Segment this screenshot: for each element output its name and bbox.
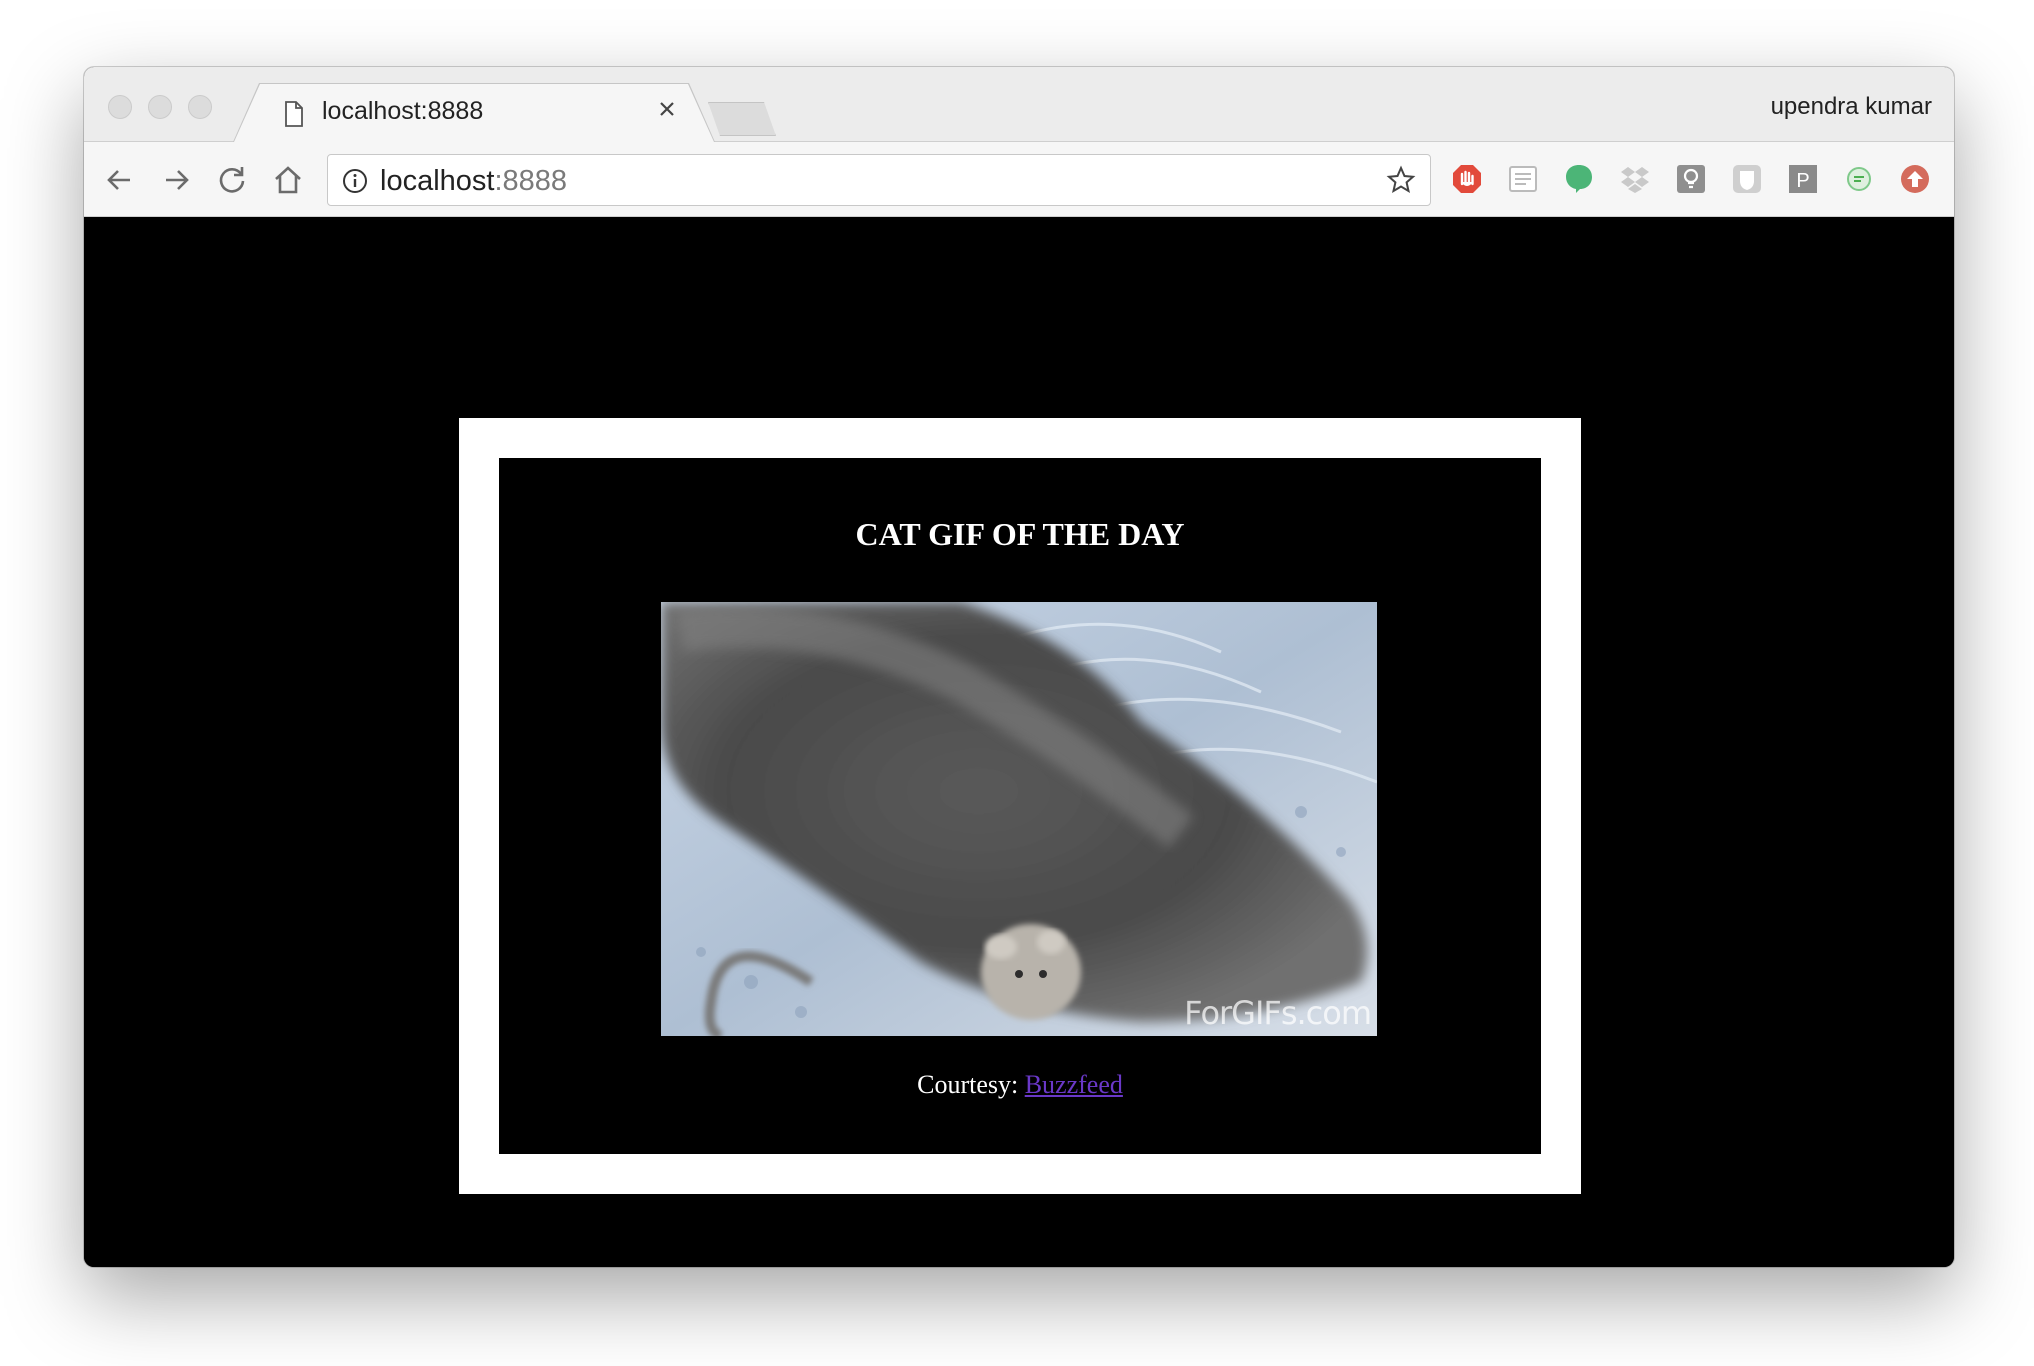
lightbulb-icon[interactable] [1674, 162, 1708, 196]
url-host: localhost [380, 165, 495, 197]
info-icon[interactable] [342, 168, 368, 194]
browser-toolbar: localhost:8888 P [84, 142, 1954, 217]
tab-close-icon[interactable] [658, 100, 676, 118]
new-tab-button[interactable] [708, 102, 776, 136]
page-icon [285, 101, 303, 127]
reader-icon[interactable] [1506, 162, 1540, 196]
forward-arrow-icon[interactable] [158, 162, 194, 198]
courtesy-line: Courtesy: Buzzfeed [499, 1070, 1541, 1100]
home-icon[interactable] [270, 162, 306, 198]
tab-strip: localhost:8888 upendra kumar [84, 67, 1954, 142]
minimize-window-button[interactable] [148, 95, 172, 119]
buzzfeed-link[interactable]: Buzzfeed [1025, 1070, 1123, 1099]
close-window-button[interactable] [108, 95, 132, 119]
svg-text:P: P [1796, 170, 1809, 192]
content-frame: CAT GIF OF THE DAY ForGIFs.com Courtesy:… [459, 418, 1581, 1194]
courtesy-label: Courtesy: [917, 1070, 1019, 1099]
content-panel: CAT GIF OF THE DAY ForGIFs.com Courtesy:… [499, 458, 1541, 1154]
maximize-window-button[interactable] [188, 95, 212, 119]
shield-icon[interactable] [1730, 162, 1764, 196]
address-bar[interactable]: localhost:8888 [327, 154, 1431, 206]
url-port: :8888 [494, 165, 568, 197]
back-arrow-icon[interactable] [102, 162, 138, 198]
upload-icon[interactable] [1898, 162, 1932, 196]
cat-gif-image: ForGIFs.com [661, 602, 1377, 1036]
adblock-icon[interactable] [1450, 162, 1484, 196]
reload-icon[interactable] [214, 162, 250, 198]
page-viewport: CAT GIF OF THE DAY ForGIFs.com Courtesy:… [84, 217, 1954, 1267]
p-icon[interactable]: P [1786, 162, 1820, 196]
dropbox-icon[interactable] [1618, 162, 1652, 196]
url-text: localhost:8888 [380, 165, 567, 198]
gif-illustration [661, 602, 1377, 1036]
chat-icon[interactable] [1842, 162, 1876, 196]
browser-window: localhost:8888 upendra kumar localhost:8… [84, 67, 1954, 1267]
page-title: CAT GIF OF THE DAY [855, 516, 1185, 552]
profile-name[interactable]: upendra kumar [1771, 93, 1932, 121]
green-bubble-icon[interactable] [1562, 162, 1596, 196]
star-icon[interactable] [1386, 165, 1416, 195]
gif-watermark: ForGIFs.com [1184, 994, 1372, 1032]
tab-title: localhost:8888 [322, 97, 484, 125]
